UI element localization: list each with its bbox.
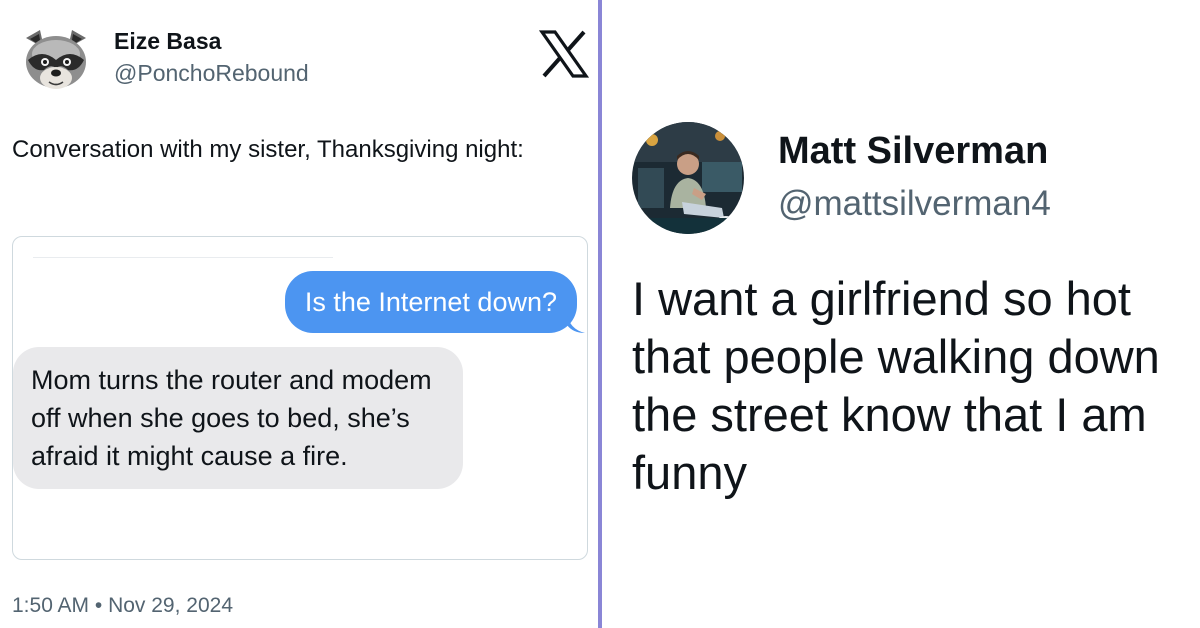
author-name[interactable]: Eize Basa: [114, 28, 221, 55]
received-message-bubble: Mom turns the router and modem off when …: [13, 347, 463, 489]
author-handle[interactable]: @mattsilverman4: [778, 184, 1051, 224]
bubble-tail-icon: [567, 313, 585, 333]
sent-message-bubble: Is the Internet down?: [284, 271, 577, 333]
right-tweet-card: Matt Silverman @mattsilverman4 I want a …: [602, 0, 1200, 628]
author-name[interactable]: Matt Silverman: [778, 130, 1048, 173]
person-photo-avatar-icon[interactable]: [632, 122, 744, 234]
tweet-text: I want a girlfriend so hot that people w…: [632, 272, 1160, 499]
chat-screenshot-image[interactable]: Is the Internet down? Mom turns the rout…: [12, 236, 588, 560]
left-tweet-card: Eize Basa @PonchoRebound Conversation wi…: [0, 0, 598, 628]
tweet-timestamp[interactable]: 1:50 AM • Nov 29, 2024: [12, 594, 233, 618]
divider: [33, 257, 333, 258]
tweet-text: Conversation with my sister, Thanksgivin…: [12, 136, 524, 163]
raccoon-avatar-icon[interactable]: [18, 24, 94, 100]
author-handle[interactable]: @PonchoRebound: [114, 60, 309, 87]
x-logo-icon[interactable]: [538, 28, 590, 80]
